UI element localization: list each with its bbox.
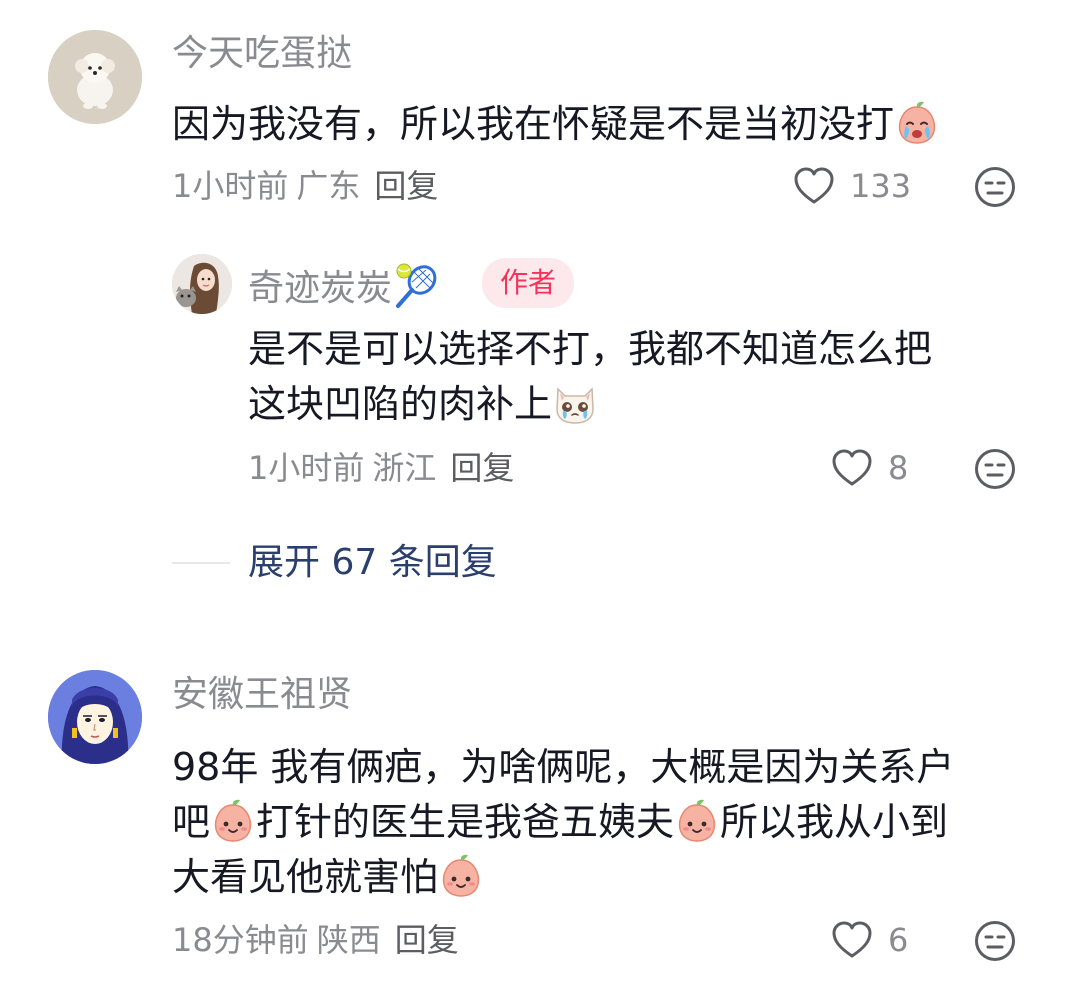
heart-icon: [792, 164, 836, 208]
comment-text-line: 所以我从小到: [720, 800, 949, 844]
smiling-peach-emoji-icon: [438, 852, 484, 898]
like-button[interactable]: 133: [792, 164, 911, 208]
like-count: 133: [850, 167, 912, 205]
reply-username[interactable]: 奇迹炭炭: [248, 262, 440, 311]
reply-button[interactable]: 回复: [395, 921, 459, 959]
reply-reply-button[interactable]: 回复: [450, 449, 514, 487]
comment-location: 广东: [296, 167, 361, 205]
reply-avatar[interactable]: [172, 254, 232, 314]
comment-time: 1小时前: [172, 167, 289, 205]
comment-meta: 1小时前 广东 回复: [172, 166, 438, 206]
comment-text-line: 98年 我有俩疤，为啥俩呢，大概是因为关系户: [172, 745, 955, 789]
comment-meta: 18分钟前 陕西 回复: [172, 920, 459, 960]
tennis-racket-icon: [396, 263, 437, 308]
comment-text-line: 打针的医生是我爸五姨夫: [256, 800, 675, 844]
reply-like-button[interactable]: 8: [830, 446, 908, 490]
reply-dislike-button[interactable]: [974, 448, 1016, 490]
reply-username-text: 奇迹炭炭: [248, 268, 393, 309]
crying-peach-emoji-icon: [894, 99, 940, 145]
heart-icon: [830, 446, 874, 490]
smiling-peach-emoji-icon: [210, 797, 256, 843]
reply-button[interactable]: 回复: [374, 167, 438, 205]
reply-meta: 1小时前 浙江 回复: [248, 448, 514, 488]
dislike-button[interactable]: [974, 920, 1016, 962]
heart-icon: [830, 918, 874, 962]
reply-text-line: 这块凹陷的肉补上: [248, 382, 553, 426]
comment-text: 98年 我有俩疤，为啥俩呢，大概是因为关系户 吧 打针的医生是我爸五姨夫 所以我从小…: [172, 740, 954, 905]
comment-text-line: 因为我没有，所以我在怀疑是不是当初没打: [172, 102, 895, 146]
commenter-username[interactable]: 今天吃蛋挞: [172, 32, 352, 76]
comment-time: 18分钟前: [172, 921, 309, 959]
reply-text: 是不是可以选择不打，我都不知道怎么把 这块凹陷的肉补上: [248, 322, 932, 432]
like-button[interactable]: 6: [830, 918, 908, 962]
expand-divider: [172, 562, 230, 564]
comment-text-line: 吧: [172, 800, 211, 844]
expand-replies-link[interactable]: 展开 67 条回复: [248, 541, 497, 585]
reply-location: 浙江: [372, 449, 437, 487]
girl-photo-avatar-icon: [172, 254, 232, 314]
white-puppy-avatar-icon: [48, 30, 142, 124]
comment-text-line: 大看见他就害怕: [172, 855, 439, 899]
commenter-avatar[interactable]: [48, 670, 142, 764]
anime-girl-avatar-icon: [48, 670, 142, 764]
reply-time: 1小时前: [248, 449, 365, 487]
like-count: 6: [888, 921, 909, 959]
commenter-avatar[interactable]: [48, 30, 142, 124]
comment-text: 因为我没有，所以我在怀疑是不是当初没打: [172, 97, 940, 152]
smiling-peach-emoji-icon: [674, 797, 720, 843]
commenter-username[interactable]: 安徽王祖贤: [172, 673, 352, 717]
comment-location: 陕西: [316, 921, 381, 959]
reply-text-line: 是不是可以选择不打，我都不知道怎么把: [248, 327, 933, 371]
reply-like-count: 8: [888, 449, 909, 487]
dislike-button[interactable]: [974, 166, 1016, 208]
crying-cat-emoji-icon: [552, 379, 598, 425]
author-badge: 作者: [482, 258, 575, 308]
